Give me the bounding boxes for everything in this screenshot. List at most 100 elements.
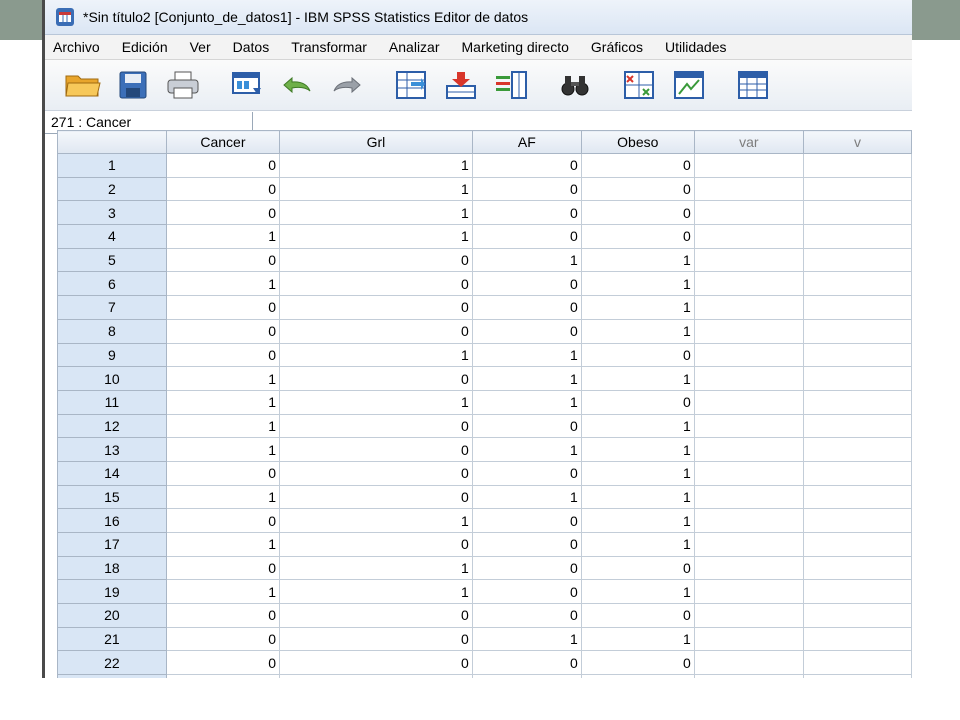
redo-button[interactable] [327, 66, 367, 104]
data-cell[interactable]: 1 [165, 366, 281, 391]
empty-cell[interactable] [802, 532, 912, 557]
insert-variable-button[interactable] [491, 66, 531, 104]
cell-value-input[interactable] [253, 112, 912, 132]
empty-cell[interactable] [802, 224, 912, 249]
data-cell[interactable]: 0 [279, 603, 473, 628]
row-header[interactable]: 11 [57, 389, 167, 415]
data-cell[interactable]: 0 [471, 579, 582, 605]
data-cell[interactable]: 0 [471, 532, 582, 557]
data-cell[interactable]: 1 [279, 508, 473, 533]
data-cell[interactable]: 0 [471, 413, 582, 439]
empty-cell[interactable] [802, 603, 912, 628]
insert-case-button[interactable] [441, 66, 481, 104]
data-cell[interactable]: 1 [165, 271, 281, 297]
data-cell[interactable]: 0 [165, 626, 281, 652]
column-header-var[interactable]: var [693, 130, 804, 154]
row-header[interactable]: 23 [57, 674, 167, 678]
data-cell[interactable]: 0 [165, 318, 281, 344]
row-header[interactable]: 12 [57, 413, 167, 439]
empty-cell[interactable] [693, 437, 804, 462]
empty-cell[interactable] [802, 153, 912, 178]
save-button[interactable] [113, 66, 153, 104]
data-cell[interactable]: 0 [580, 342, 695, 368]
empty-cell[interactable] [693, 413, 804, 439]
row-header[interactable]: 8 [57, 318, 167, 344]
data-cell[interactable]: 1 [279, 555, 473, 581]
data-cell[interactable]: 0 [165, 247, 281, 273]
data-cell[interactable]: 0 [580, 224, 695, 249]
data-cell[interactable]: 0 [471, 200, 582, 226]
empty-cell[interactable] [802, 437, 912, 462]
data-cell[interactable]: 0 [471, 271, 582, 297]
data-cell[interactable]: 0 [165, 603, 281, 628]
data-cell[interactable]: 0 [279, 318, 473, 344]
data-cell[interactable]: 0 [279, 484, 473, 510]
menu-graficos[interactable]: Gráficos [580, 39, 654, 55]
data-cell[interactable]: 1 [580, 460, 695, 486]
empty-cell[interactable] [693, 224, 804, 249]
data-cell[interactable]: 1 [279, 389, 473, 415]
print-button[interactable] [163, 66, 203, 104]
empty-cell[interactable] [693, 342, 804, 368]
data-cell[interactable]: 0 [165, 508, 281, 533]
data-cell[interactable]: 0 [279, 437, 473, 462]
find-button[interactable] [555, 66, 595, 104]
data-cell[interactable]: 1 [471, 389, 582, 415]
data-cell[interactable]: 0 [580, 200, 695, 226]
data-cell[interactable]: 1 [279, 176, 473, 202]
row-header[interactable]: 2 [57, 176, 167, 202]
row-header[interactable]: 21 [57, 626, 167, 652]
empty-cell[interactable] [802, 579, 912, 605]
data-cell[interactable]: 1 [580, 579, 695, 605]
empty-cell[interactable] [693, 650, 804, 676]
data-cell[interactable]: 1 [279, 342, 473, 368]
data-cell[interactable]: 1 [279, 579, 473, 605]
data-cell[interactable]: 1 [580, 366, 695, 391]
data-cell[interactable]: 0 [580, 153, 695, 178]
row-header[interactable]: 7 [57, 295, 167, 320]
cell-reference[interactable]: 271 : Cancer [45, 112, 253, 132]
row-header[interactable]: 14 [57, 460, 167, 486]
data-cell[interactable]: 0 [471, 555, 582, 581]
data-cell[interactable]: 0 [580, 176, 695, 202]
data-cell[interactable]: 0 [580, 555, 695, 581]
empty-cell[interactable] [693, 674, 804, 678]
column-header-obeso[interactable]: Obeso [580, 130, 695, 154]
row-header[interactable]: 19 [57, 579, 167, 605]
data-cell[interactable]: 1 [471, 626, 582, 652]
data-cell[interactable]: 1 [471, 366, 582, 391]
empty-cell[interactable] [802, 200, 912, 226]
data-cell[interactable]: 0 [279, 650, 473, 676]
corner-header[interactable] [57, 130, 167, 154]
data-cell[interactable]: 1 [580, 413, 695, 439]
empty-cell[interactable] [802, 295, 912, 320]
data-cell[interactable]: 0 [165, 650, 281, 676]
data-cell[interactable]: 0 [471, 603, 582, 628]
data-cell[interactable]: 0 [471, 460, 582, 486]
empty-cell[interactable] [802, 413, 912, 439]
data-cell[interactable]: 1 [471, 674, 582, 678]
data-cell[interactable]: 1 [580, 484, 695, 510]
data-cell[interactable]: 0 [471, 153, 582, 178]
menu-ver[interactable]: Ver [179, 39, 222, 55]
row-header[interactable]: 1 [57, 153, 167, 178]
data-cell[interactable]: 0 [580, 389, 695, 415]
data-cell[interactable]: 0 [471, 318, 582, 344]
row-header[interactable]: 20 [57, 603, 167, 628]
empty-cell[interactable] [693, 626, 804, 652]
data-cell[interactable]: 0 [279, 532, 473, 557]
data-cell[interactable]: 1 [279, 200, 473, 226]
menu-archivo[interactable]: Archivo [45, 39, 111, 55]
go-to-case-button[interactable] [391, 66, 431, 104]
empty-cell[interactable] [693, 484, 804, 510]
empty-cell[interactable] [802, 626, 912, 652]
empty-cell[interactable] [802, 555, 912, 581]
empty-cell[interactable] [802, 342, 912, 368]
data-cell[interactable]: 1 [580, 271, 695, 297]
data-cell[interactable]: 1 [165, 437, 281, 462]
data-cell[interactable]: 1 [580, 318, 695, 344]
data-cell[interactable]: 1 [165, 579, 281, 605]
row-header[interactable]: 10 [57, 366, 167, 391]
row-header[interactable]: 13 [57, 437, 167, 462]
data-cell[interactable]: 1 [279, 224, 473, 249]
